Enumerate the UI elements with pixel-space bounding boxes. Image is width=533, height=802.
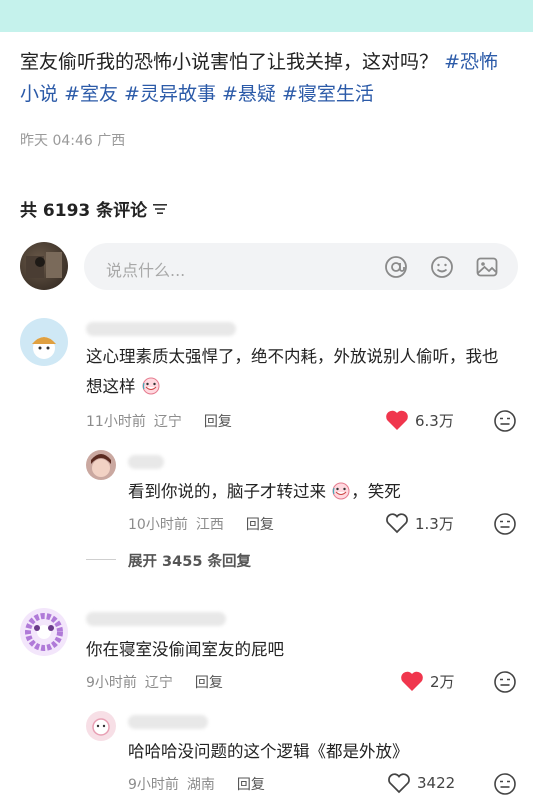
reply-text: 看到你说的，脑子才转过来 ，笑死 — [128, 477, 508, 507]
comment-text: 你在寝室没偷闻室友的屁吧 — [86, 640, 284, 659]
comment-meta: 11小时前 辽宁 回复 — [86, 411, 232, 431]
reply-location: 江西 — [195, 517, 224, 533]
reply-button[interactable]: 回复 — [195, 672, 223, 692]
my-avatar[interactable] — [20, 242, 68, 290]
reply-button[interactable]: 回复 — [246, 514, 274, 534]
image-icon[interactable] — [475, 255, 499, 279]
comment-time: 11小时前 — [86, 414, 146, 430]
like-count: 2万 — [430, 672, 455, 691]
comment-avatar[interactable] — [20, 608, 68, 656]
like-button[interactable]: 3422 — [387, 772, 455, 794]
tag-dorm-life[interactable]: #寝室生活 — [282, 83, 374, 105]
comment-input[interactable]: 说点什么... — [84, 243, 518, 290]
like-count: 1.3万 — [415, 514, 454, 533]
heart-filled-icon — [386, 410, 408, 430]
comment-count-label: 共 6193 条评论 — [20, 201, 148, 221]
reaction-emoji-icon[interactable] — [493, 670, 517, 694]
replier-name[interactable] — [128, 715, 208, 729]
like-count: 3422 — [417, 774, 456, 792]
comment-avatar[interactable] — [20, 318, 68, 366]
reply-meta: 10小时前 江西 回复 — [128, 514, 274, 534]
comment-meta: 9小时前 辽宁 回复 — [86, 672, 223, 692]
expand-replies-button[interactable]: 展开 3455 条回复 — [128, 550, 251, 571]
heart-outline-icon — [386, 513, 408, 534]
comment-input-placeholder: 说点什么... — [106, 261, 186, 280]
reply-text: 哈哈哈没问题的这个逻辑《都是外放》 — [128, 742, 409, 761]
reply-text-body: 看到你说的，脑子才转过来 — [128, 482, 326, 501]
sort-filter-icon[interactable] — [153, 203, 168, 215]
reply-time: 9小时前 — [128, 777, 179, 793]
comment-count[interactable]: 共 6193 条评论 — [20, 196, 168, 221]
reply-text-tail: ，笑死 — [351, 482, 401, 501]
reaction-emoji-icon[interactable] — [493, 772, 517, 796]
top-bar — [0, 0, 533, 32]
reply-avatar[interactable] — [86, 450, 116, 480]
post-title-text: 室友偷听我的恐怖小说害怕了让我关掉，这对吗？ — [20, 51, 439, 73]
reply-button[interactable]: 回复 — [237, 774, 265, 794]
reaction-emoji-icon[interactable] — [493, 512, 517, 536]
heart-filled-icon — [401, 671, 423, 691]
comment-location: 辽宁 — [153, 414, 182, 430]
like-button[interactable]: 6.3万 — [385, 409, 454, 431]
crying-laughing-emoji-icon — [332, 482, 350, 500]
reply-button[interactable]: 回复 — [204, 411, 232, 431]
tag-suspense[interactable]: #悬疑 — [222, 83, 276, 105]
post-meta: 昨天 04:46 广西 — [20, 133, 126, 149]
emoji-icon[interactable] — [430, 255, 454, 279]
comment-time: 9小时前 — [86, 675, 137, 691]
tag-supernatural[interactable]: #灵异故事 — [124, 83, 216, 105]
comment-location: 辽宁 — [144, 675, 173, 691]
commenter-name[interactable] — [86, 322, 236, 336]
like-button[interactable]: 1.3万 — [385, 512, 454, 534]
expand-divider — [86, 559, 116, 560]
reply-time: 10小时前 — [128, 517, 188, 533]
reply-location: 湖南 — [186, 777, 215, 793]
crying-laughing-emoji-icon — [142, 377, 160, 395]
like-button[interactable]: 2万 — [400, 670, 455, 692]
reply-meta: 9小时前 湖南 回复 — [128, 774, 265, 794]
replier-name[interactable] — [128, 455, 164, 469]
comment-text: 这心理素质太强悍了，绝不内耗，外放说别人偷听，我也想这样 — [86, 342, 511, 402]
like-count: 6.3万 — [415, 411, 454, 430]
post-title: 室友偷听我的恐怖小说害怕了让我关掉，这对吗？ #恐怖小说 #室友 #灵异故事 #… — [20, 46, 515, 110]
at-mention-icon[interactable] — [384, 255, 408, 279]
commenter-name[interactable] — [86, 612, 226, 626]
reaction-emoji-icon[interactable] — [493, 409, 517, 433]
tag-roommate[interactable]: #室友 — [64, 83, 118, 105]
reply-avatar[interactable] — [86, 711, 116, 741]
heart-outline-icon — [388, 773, 410, 794]
